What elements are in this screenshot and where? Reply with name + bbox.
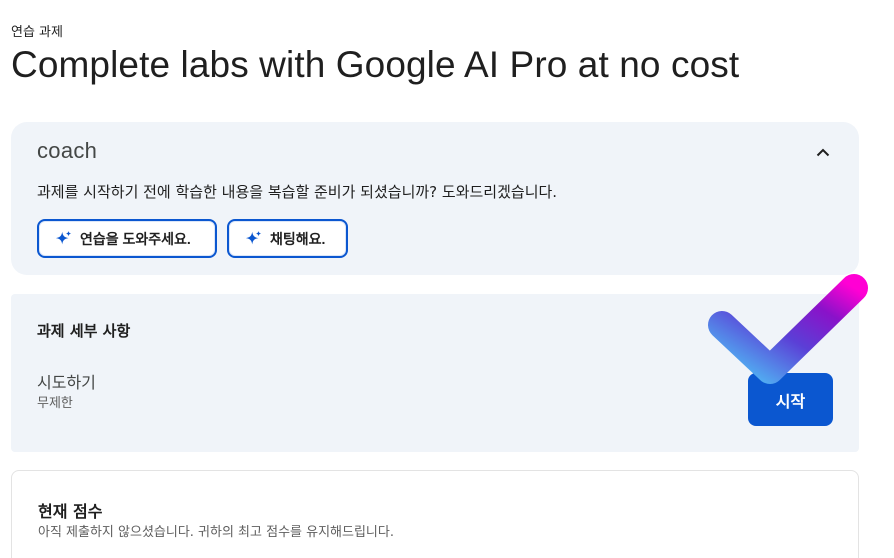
coach-logo: coach: [37, 138, 98, 163]
current-score-panel: 현재 점수 아직 제출하지 않으셨습니다. 귀하의 최고 점수를 유지해드립니다…: [11, 470, 859, 558]
score-title: 현재 점수: [38, 502, 103, 521]
attempts-value: 무제한: [37, 396, 73, 411]
score-description: 아직 제출하지 않으셨습니다. 귀하의 최고 점수를 유지해드립니다.: [38, 525, 394, 540]
help-practice-chip[interactable]: 연습을 도와주세요.: [37, 219, 217, 258]
chevron-up-icon: [816, 148, 830, 156]
coach-panel: coach 과제를 시작하기 전에 학습한 내용을 복습할 준비가 되셨습니까?…: [11, 122, 859, 275]
details-title: 과제 세부 사항: [37, 322, 131, 340]
chip-label: 채팅해요.: [270, 230, 326, 247]
page: 연습 과제 Complete labs with Google AI Pro a…: [0, 0, 894, 558]
sparkle-icon: [245, 230, 262, 244]
chip-label: 연습을 도와주세요.: [80, 230, 191, 247]
page-title: Complete labs with Google AI Pro at no c…: [11, 44, 740, 85]
collapse-button[interactable]: [811, 140, 835, 164]
lab-details-panel: 과제 세부 사항 시도하기 무제한 시작: [11, 294, 859, 452]
chat-chip[interactable]: 채팅해요.: [227, 219, 348, 258]
breadcrumb: 연습 과제: [11, 25, 63, 40]
coach-prompt: 과제를 시작하기 전에 학습한 내용을 복습할 준비가 되셨습니까? 도와드리겠…: [37, 183, 558, 201]
sparkle-icon: [55, 230, 72, 244]
start-button[interactable]: 시작: [748, 373, 833, 426]
attempts-label: 시도하기: [37, 373, 96, 392]
